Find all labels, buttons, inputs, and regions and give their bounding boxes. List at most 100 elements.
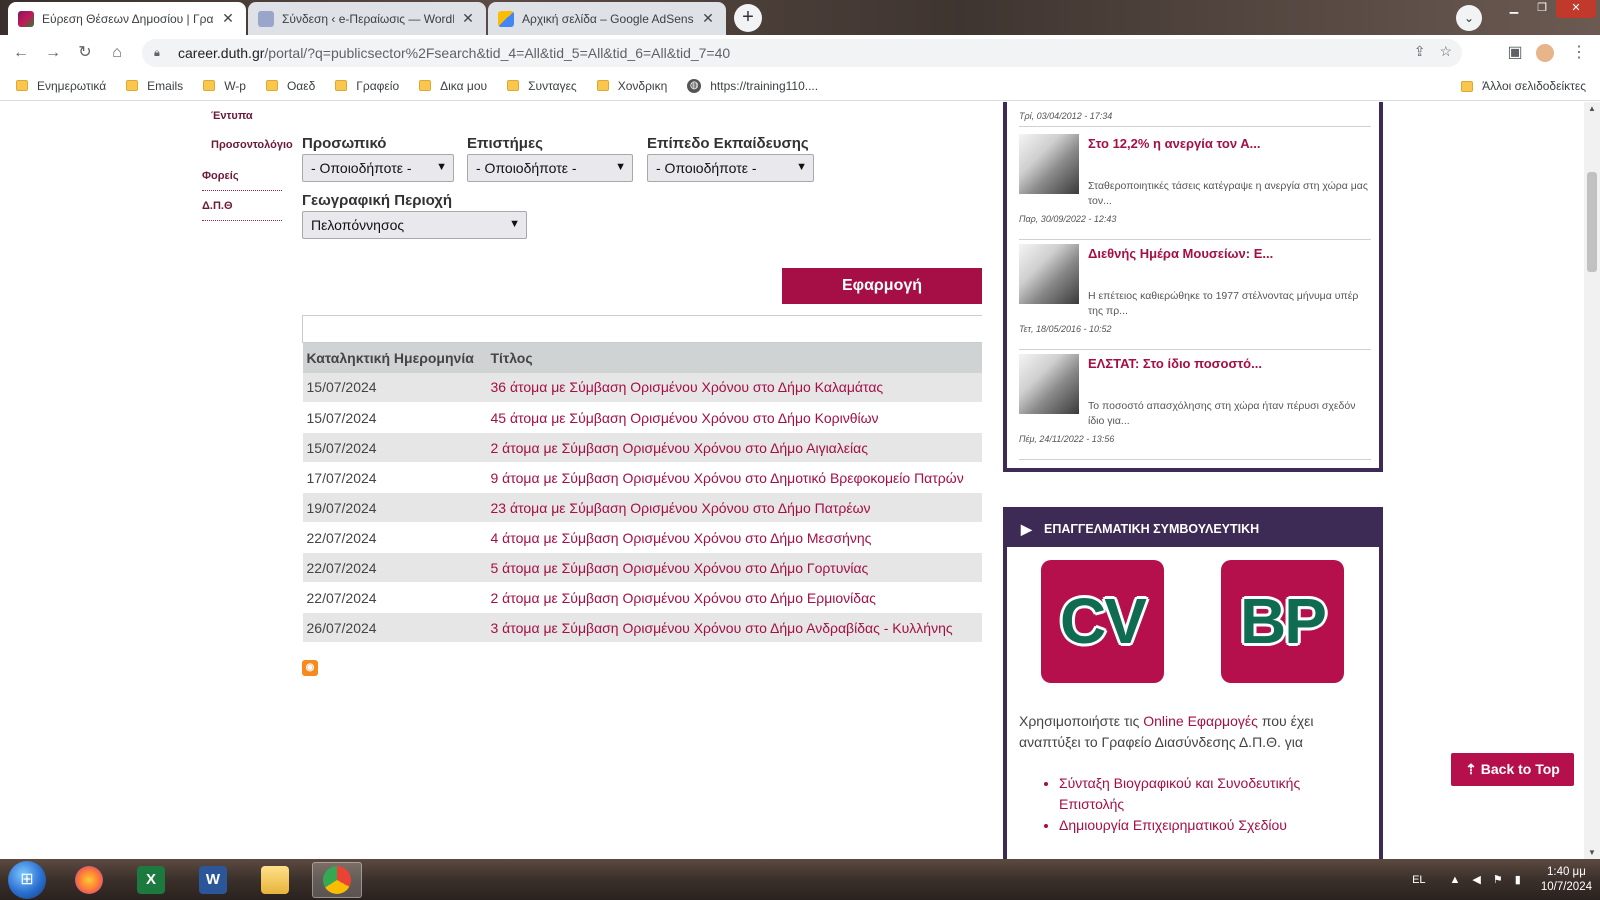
education-filter-label: Επίπεδο Εκπαίδευσης xyxy=(647,135,809,152)
side-panel-icon[interactable]: ▣ xyxy=(1504,42,1526,64)
job-title-link[interactable]: 36 άτομα με Σύμβαση Ορισμένου Χρόνου στο… xyxy=(486,372,982,403)
news-thumbnail[interactable] xyxy=(1019,354,1079,414)
news-item: Διεθνής Ημέρα Μουσείων: Ε... Η επέτειος … xyxy=(1019,244,1371,350)
apply-button[interactable]: Εφαρμογή xyxy=(782,268,982,304)
bookmark-folder-8[interactable]: Χονδρικη xyxy=(596,79,667,93)
back-to-top-button[interactable]: ⇡ Back to Top xyxy=(1451,753,1574,786)
tab-public-sector-search[interactable]: Εύρεση Θέσεων Δημοσίου | Γραφ ✕ xyxy=(8,2,246,35)
taskbar-excel[interactable]: X xyxy=(126,862,176,898)
scroll-up-arrow-icon[interactable]: ▲ xyxy=(1584,104,1600,113)
column-header-deadline[interactable]: Καταληκτική Ημερομηνία xyxy=(302,342,487,373)
chevron-down-icon: ▼ xyxy=(796,161,807,173)
forward-arrow-icon[interactable]: → xyxy=(42,42,64,64)
region-select[interactable]: Πελοπόννησος ▼ xyxy=(302,211,527,239)
home-icon[interactable]: ⌂ xyxy=(106,42,128,64)
scroll-down-arrow-icon[interactable]: ▼ xyxy=(1584,848,1600,857)
network-signal-icon[interactable]: ▮ xyxy=(1515,873,1521,886)
cv-builder-button[interactable]: CV xyxy=(1041,560,1164,683)
online-apps-link[interactable]: Online Εφαρμογές xyxy=(1143,713,1258,729)
job-title-link[interactable]: 5 άτομα με Σύμβαση Ορισμένου Χρόνου στο … xyxy=(486,552,982,583)
folder-icon xyxy=(419,80,432,91)
window-close-icon[interactable]: ✕ xyxy=(1556,0,1596,18)
profile-avatar[interactable] xyxy=(1536,44,1554,62)
science-select-value: - Οποιοδήποτε - xyxy=(476,160,577,176)
news-excerpt: Το ποσοστό απασχόλησης στη χώρα ήταν πέρ… xyxy=(1088,400,1356,427)
language-indicator[interactable]: EL xyxy=(1412,874,1425,886)
job-title-link[interactable]: 3 άτομα με Σύμβαση Ορισμένου Χρόνου στο … xyxy=(486,612,982,643)
nav-item-forms[interactable]: Έντυπα xyxy=(211,110,253,122)
bookmark-folder-1[interactable]: Ενημερωτικά xyxy=(16,79,106,93)
table-row: 15/07/2024 2 άτομα με Σύμβαση Ορισμένου Χ… xyxy=(302,432,982,463)
tab-google-adsense[interactable]: Αρχική σελίδα – Google AdSense ✕ xyxy=(488,2,726,35)
bookmarks-bar: Ενημερωτικά Emails W-p Οαεδ Γραφείο Δικα… xyxy=(0,71,1600,101)
tab-close-icon[interactable]: ✕ xyxy=(700,10,716,27)
career-counselling-header[interactable]: ▶ ΕΠΑΓΓΕΛΜΑΤΙΚΗ ΣΥΜΒΟΥΛΕΥΤΙΚΗ xyxy=(1007,511,1379,547)
staff-select[interactable]: - Οποιοδήποτε - ▼ xyxy=(302,154,454,182)
news-divider xyxy=(1019,126,1371,127)
back-arrow-icon[interactable]: ← xyxy=(10,42,32,64)
news-title-link[interactable]: ΕΛΣΤΑΤ: Στο ίδιο ποσοστό... xyxy=(1088,356,1262,371)
tab-search-chevron-icon[interactable]: ⌄ xyxy=(1456,5,1482,31)
bookmark-folder-5[interactable]: Γραφείο xyxy=(335,79,399,93)
bookmark-folder-4[interactable]: Οαεδ xyxy=(265,79,315,93)
table-row: 22/07/2024 5 άτομα με Σύμβαση Ορισμένου Χ… xyxy=(302,552,982,583)
bookmark-folder-3[interactable]: W-p xyxy=(203,79,246,93)
nav-item-bodies[interactable]: Φορείς xyxy=(202,170,239,182)
news-thumbnail[interactable] xyxy=(1019,244,1079,304)
bookmark-folder-7[interactable]: Συνταγες xyxy=(507,79,577,93)
chevron-down-icon: ▼ xyxy=(509,218,520,230)
cv-cover-letter-link[interactable]: Σύνταξη Βιογραφικού και Συνοδευτικής Επι… xyxy=(1059,773,1359,815)
tab-close-icon[interactable]: ✕ xyxy=(220,10,236,27)
volume-icon[interactable]: ◀ xyxy=(1472,873,1480,886)
bookmark-folder-6[interactable]: Δικα μου xyxy=(419,79,487,93)
minimize-icon[interactable]: ▁ xyxy=(1500,0,1528,18)
browser-menu-icon[interactable]: ⋮ xyxy=(1568,42,1590,64)
news-title-link[interactable]: Στο 12,2% η ανεργία τον Α... xyxy=(1088,136,1260,151)
restore-icon[interactable]: ❐ xyxy=(1528,0,1556,18)
address-bar[interactable]: 🔒︎ career.duth.gr/portal/?q=publicsector… xyxy=(142,39,1462,67)
bookmark-folder-2[interactable]: Emails xyxy=(126,79,183,93)
education-select[interactable]: - Οποιοδήποτε - ▼ xyxy=(647,154,814,182)
other-bookmarks[interactable]: Άλλοι σελιδοδείκτες xyxy=(1461,79,1586,93)
career-links-list: Σύνταξη Βιογραφικού και Συνοδευτικής Επι… xyxy=(1059,773,1359,836)
taskbar-explorer[interactable] xyxy=(250,862,300,898)
column-header-title[interactable]: Τίτλος xyxy=(486,342,982,373)
news-thumbnail[interactable] xyxy=(1019,134,1079,194)
rss-feed-icon[interactable]: ◉ xyxy=(302,660,318,676)
taskbar-word[interactable]: W xyxy=(188,862,238,898)
share-icon[interactable]: ⇪ xyxy=(1414,43,1426,60)
clock[interactable]: 1:40 μμ 10/7/2024 xyxy=(1541,865,1592,895)
scrollbar-thumb[interactable] xyxy=(1587,172,1597,272)
business-plan-button[interactable]: BP xyxy=(1221,560,1344,683)
job-title-link[interactable]: 4 άτομα με Σύμβαση Ορισμένου Χρόνου στο … xyxy=(486,522,982,553)
taskbar-firefox[interactable] xyxy=(64,862,114,898)
table-caption-row xyxy=(302,315,982,343)
job-title-link[interactable]: 45 άτομα με Σύμβαση Ορισμένου Χρόνου στο… xyxy=(486,402,982,433)
tray-expand-icon[interactable]: ▲ xyxy=(1450,874,1461,886)
business-plan-link[interactable]: Δημιουργία Επιχειρηματικού Σχεδίου xyxy=(1059,815,1359,836)
chevron-down-icon: ▼ xyxy=(615,161,626,173)
action-center-flag-icon[interactable]: ⚑ xyxy=(1493,873,1503,886)
globe-icon: ◍ xyxy=(687,78,702,93)
page-scrollbar[interactable]: ▲ ▼ xyxy=(1584,102,1600,859)
nav-item-duth[interactable]: Δ.Π.Θ xyxy=(202,200,233,212)
reload-icon[interactable]: ↻ xyxy=(74,42,96,64)
job-title-link[interactable]: 9 άτομα με Σύμβαση Ορισμένου Χρόνου στο … xyxy=(486,462,982,493)
news-date: Παρ, 30/09/2022 - 12:43 xyxy=(1019,214,1117,224)
region-filter-label: Γεωγραφική Περιοχή xyxy=(302,192,453,209)
start-button[interactable]: ⊞ xyxy=(8,861,46,899)
bookmark-star-icon[interactable]: ☆ xyxy=(1439,43,1452,60)
tab-strip: Εύρεση Θέσεων Δημοσίου | Γραφ ✕ Σύνδεση … xyxy=(0,0,1600,35)
job-title-link[interactable]: 23 άτομα με Σύμβαση Ορισμένου Χρόνου στο… xyxy=(486,492,982,523)
job-title-link[interactable]: 2 άτομα με Σύμβαση Ορισμένου Χρόνου στο … xyxy=(486,582,982,613)
new-tab-button[interactable]: + xyxy=(734,4,762,32)
tab-close-icon[interactable]: ✕ xyxy=(460,10,476,27)
taskbar-chrome[interactable] xyxy=(312,862,362,898)
bookmark-link-training[interactable]: ◍ https://training110.... xyxy=(687,78,818,93)
science-select[interactable]: - Οποιοδήποτε - ▼ xyxy=(467,154,633,182)
folder-explorer-icon xyxy=(261,866,289,894)
job-title-link[interactable]: 2 άτομα με Σύμβαση Ορισμένου Χρόνου στο … xyxy=(486,432,982,463)
tab-wordpress-login[interactable]: Σύνδεση ‹ e-Περαίωσις — WordP ✕ xyxy=(248,2,486,35)
nav-item-qualifications[interactable]: Προσοντολόγιο xyxy=(211,139,293,151)
news-title-link[interactable]: Διεθνής Ημέρα Μουσείων: Ε... xyxy=(1088,246,1273,261)
